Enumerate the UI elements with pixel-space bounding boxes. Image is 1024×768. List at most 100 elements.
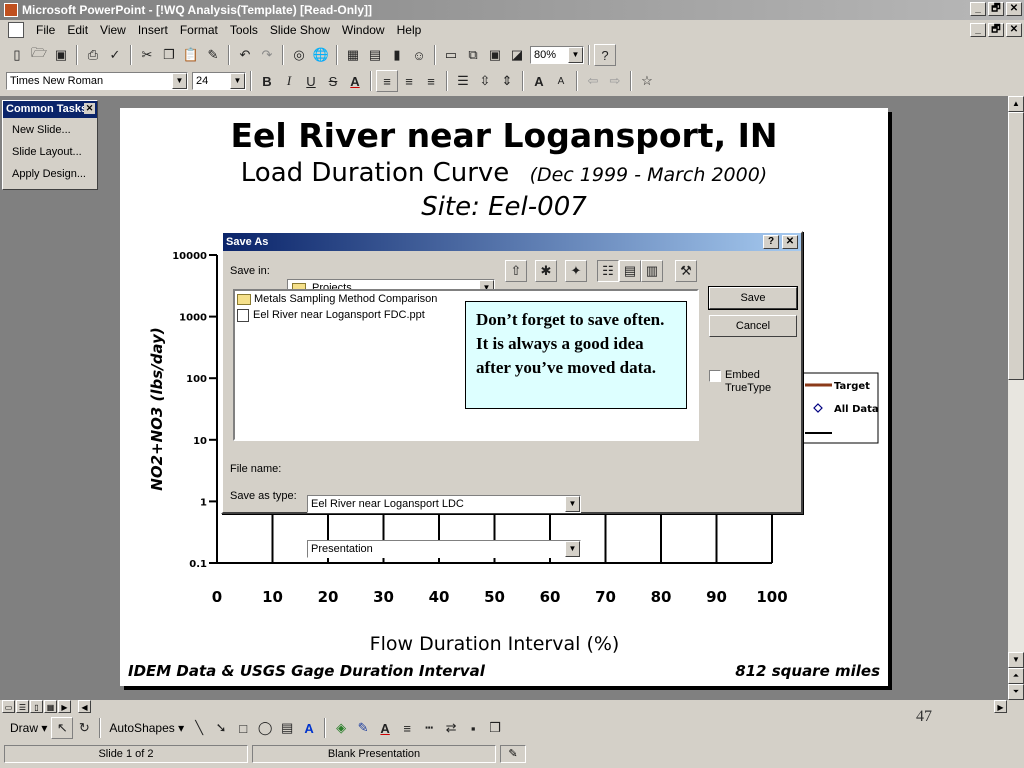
menu-file[interactable]: File (30, 20, 61, 40)
increase-font-icon[interactable]: A (528, 70, 550, 92)
underline-button[interactable]: U (300, 70, 322, 92)
dialog-close-button[interactable]: ✕ (782, 235, 798, 249)
search-web-icon[interactable]: ✱ (535, 260, 557, 282)
list-view-icon[interactable]: ☷ (597, 260, 619, 282)
outline-view-icon[interactable]: ☰ (16, 700, 29, 713)
oval-tool-icon[interactable]: ◯ (254, 717, 276, 739)
cancel-button[interactable]: Cancel (709, 315, 797, 337)
zoom-select[interactable]: 80% ▼ (530, 46, 584, 64)
undo-icon[interactable]: ↶ (234, 44, 256, 66)
help-icon[interactable]: ? (594, 44, 616, 66)
decrease-font-icon[interactable]: A (550, 70, 572, 92)
increase-spacing-icon[interactable]: ⇳ (474, 70, 496, 92)
print-icon[interactable]: ⎙ (82, 44, 104, 66)
menu-tools[interactable]: Tools (224, 20, 264, 40)
draw-menu-button[interactable]: Draw ▾ (6, 721, 51, 735)
shadow-icon[interactable]: ▪ (462, 717, 484, 739)
menu-view[interactable]: View (94, 20, 132, 40)
format-painter-icon[interactable]: ✎ (202, 44, 224, 66)
vertical-scrollbar[interactable]: ▲ ▼ ⏶ ⏷ (1008, 96, 1024, 700)
close-button[interactable]: ✕ (1006, 2, 1022, 16)
file-name-field[interactable]: Eel River near Logansport LDC ▼ (307, 495, 581, 513)
slide-sorter-icon[interactable]: ▦ (44, 700, 57, 713)
spellcheck-icon[interactable]: ✓ (104, 44, 126, 66)
cut-icon[interactable]: ✂ (136, 44, 158, 66)
text-box-icon[interactable]: ▤ (276, 717, 298, 739)
copy-icon[interactable]: ❐ (158, 44, 180, 66)
insert-table-icon[interactable]: ▦ (342, 44, 364, 66)
fill-color-icon[interactable]: ◈ (330, 717, 352, 739)
close-icon[interactable]: ✕ (84, 103, 95, 114)
chevron-down-icon[interactable]: ▼ (568, 47, 583, 63)
task-apply-design[interactable]: Apply Design... (3, 162, 97, 184)
dialog-help-button[interactable]: ? (763, 235, 779, 249)
font-color-icon[interactable]: A (374, 717, 396, 739)
chevron-down-icon[interactable]: ▼ (565, 496, 580, 512)
normal-view-icon[interactable]: ▭ (2, 700, 15, 713)
align-right-icon[interactable]: ≡ (420, 70, 442, 92)
scroll-down-icon[interactable]: ▼ (1008, 652, 1024, 668)
spelling-status-icon[interactable]: ✎ (500, 745, 526, 763)
chevron-down-icon[interactable]: ▼ (565, 541, 580, 557)
properties-view-icon[interactable]: ▥ (641, 260, 663, 282)
save-button[interactable]: Save (708, 286, 798, 310)
slide-view-icon[interactable]: ▯ (30, 700, 43, 713)
show-formatting-icon[interactable]: ▣ (484, 44, 506, 66)
redo-icon[interactable]: ↷ (256, 44, 278, 66)
chevron-down-icon[interactable]: ▼ (172, 73, 187, 89)
promote-icon[interactable]: ⇦ (582, 70, 604, 92)
document-icon[interactable] (8, 22, 24, 38)
align-center-icon[interactable]: ≡ (398, 70, 420, 92)
restore-button[interactable]: 🗗 (988, 2, 1004, 16)
menu-format[interactable]: Format (174, 20, 224, 40)
expand-slide-icon[interactable]: ⧉ (462, 44, 484, 66)
line-style-icon[interactable]: ≡ (396, 717, 418, 739)
details-view-icon[interactable]: ▤ (619, 260, 641, 282)
embed-truetype-checkbox[interactable] (709, 370, 721, 382)
grayscale-icon[interactable]: ◪ (506, 44, 528, 66)
demote-icon[interactable]: ⇨ (604, 70, 626, 92)
select-pointer-icon[interactable]: ↖ (51, 717, 74, 739)
animation-effects-icon[interactable]: ☆ (636, 70, 658, 92)
menu-slide-show[interactable]: Slide Show (264, 20, 336, 40)
save-icon[interactable]: ▣ (50, 44, 72, 66)
align-left-icon[interactable]: ≡ (376, 70, 398, 92)
wordart-icon[interactable]: A (298, 717, 320, 739)
scroll-right-icon[interactable]: ▶ (994, 700, 1007, 713)
new-icon[interactable]: ▯ (6, 44, 28, 66)
rectangle-tool-icon[interactable]: □ (232, 717, 254, 739)
next-slide-icon[interactable]: ⏷ (1008, 684, 1024, 700)
paste-icon[interactable]: 📋 (180, 44, 202, 66)
tools-icon[interactable]: ⚒ (675, 260, 697, 282)
doc-minimize-button[interactable]: _ (970, 23, 986, 37)
open-folder-icon[interactable]: 🗁 (28, 44, 50, 66)
autoshapes-menu-button[interactable]: AutoShapes ▾ (105, 721, 188, 735)
bullets-icon[interactable]: ☰ (452, 70, 474, 92)
menu-help[interactable]: Help (391, 20, 428, 40)
scroll-up-icon[interactable]: ▲ (1008, 96, 1024, 112)
arrow-style-icon[interactable]: ⇄ (440, 717, 462, 739)
task-new-slide[interactable]: New Slide... (3, 118, 97, 140)
menu-insert[interactable]: Insert (132, 20, 174, 40)
menu-edit[interactable]: Edit (61, 20, 94, 40)
task-slide-layout[interactable]: Slide Layout... (3, 140, 97, 162)
doc-close-button[interactable]: ✕ (1006, 23, 1022, 37)
scroll-left-icon[interactable]: ◀ (78, 700, 91, 713)
line-color-icon[interactable]: ✎ (352, 717, 374, 739)
save-as-type-select[interactable]: Presentation ▼ (307, 540, 581, 558)
hyperlink-icon[interactable]: 🌐 (310, 44, 332, 66)
doc-restore-button[interactable]: 🗗 (988, 23, 1004, 37)
menu-window[interactable]: Window (336, 20, 391, 40)
decrease-spacing-icon[interactable]: ⇕ (496, 70, 518, 92)
font-color-button[interactable]: A (344, 70, 366, 92)
minimize-button[interactable]: _ (970, 2, 986, 16)
up-one-level-icon[interactable]: ⇧ (505, 260, 527, 282)
chevron-down-icon[interactable]: ▼ (230, 73, 245, 89)
file-list[interactable]: Metals Sampling Method Comparison Eel Ri… (233, 289, 699, 441)
slide-show-icon[interactable]: ▶ (58, 700, 71, 713)
line-tool-icon[interactable]: ╲ (188, 717, 210, 739)
free-rotate-icon[interactable]: ↻ (73, 717, 95, 739)
dash-style-icon[interactable]: ┅ (418, 717, 440, 739)
arrow-tool-icon[interactable]: ➘ (210, 717, 232, 739)
italic-button[interactable]: I (278, 70, 300, 92)
